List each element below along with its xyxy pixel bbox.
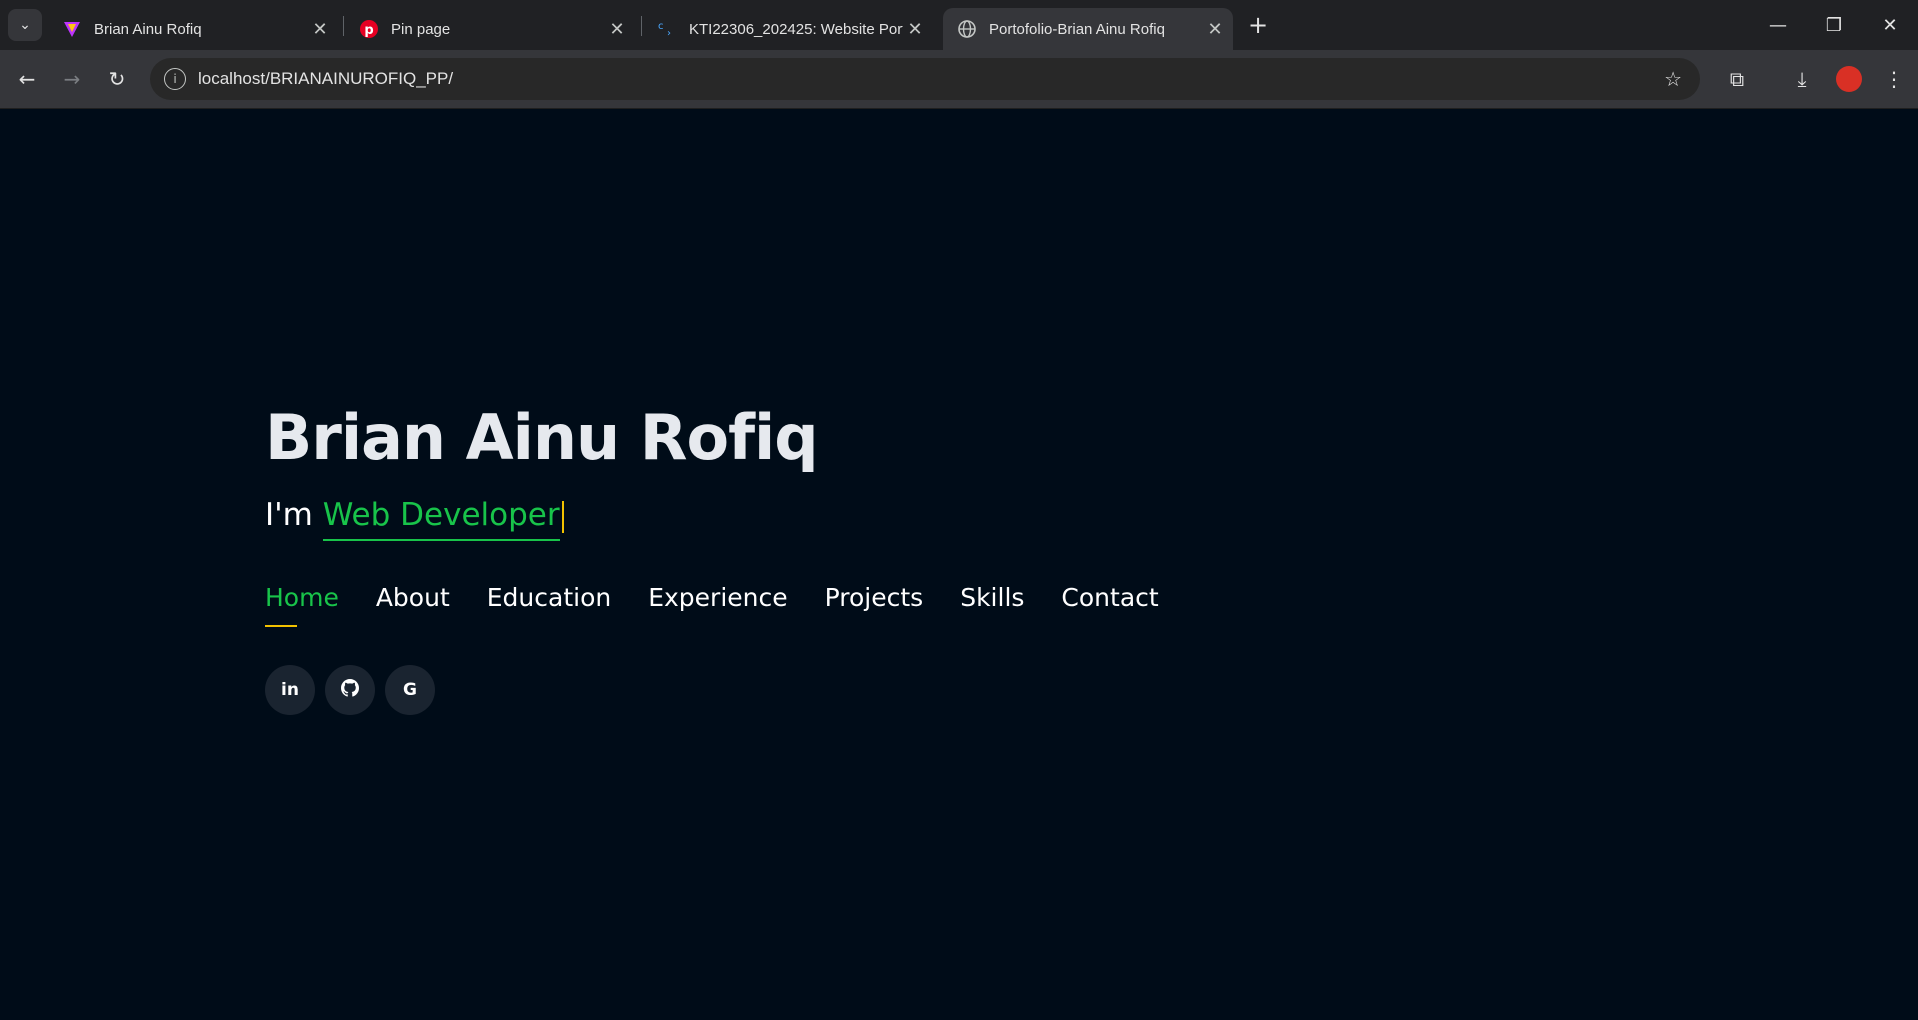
loading-icon: c › — [657, 19, 677, 39]
chevron-down-icon: ⌄ — [19, 17, 31, 33]
github-icon — [341, 678, 359, 702]
tab-kti-website[interactable]: c › KTI22306_202425: Website Port ✕ — [643, 8, 933, 50]
forward-button[interactable]: → — [55, 62, 89, 96]
restore-button[interactable]: ❐ — [1806, 0, 1862, 50]
site-info-icon[interactable]: i — [164, 68, 186, 90]
nav-home[interactable]: Home — [265, 583, 339, 627]
puzzle-icon: ⧉ — [1729, 67, 1745, 91]
hero-name: Brian Ainu Rofiq — [265, 401, 819, 474]
reload-icon: ↻ — [108, 67, 126, 91]
linkedin-button[interactable]: in — [265, 665, 315, 715]
tab-title: Portofolio-Brian Ainu Rofiq — [989, 20, 1165, 38]
nav-education[interactable]: Education — [487, 583, 611, 612]
nav-about[interactable]: About — [376, 583, 450, 612]
close-icon[interactable]: ✕ — [308, 19, 332, 40]
arrow-right-icon: → — [63, 67, 81, 91]
close-icon[interactable]: ✕ — [1203, 19, 1227, 40]
menu-button[interactable]: ⋮ — [1877, 62, 1911, 96]
hero-role: Web Developer — [322, 497, 560, 541]
reload-button[interactable]: ↻ — [100, 62, 134, 96]
linkedin-icon: in — [281, 680, 299, 700]
tab-portofolio[interactable]: Portofolio-Brian Ainu Rofiq ✕ — [943, 8, 1233, 50]
back-button[interactable]: ← — [10, 62, 44, 96]
address-bar[interactable]: i localhost/BRIANAINUROFIQ_PP/ ☆ — [150, 58, 1700, 100]
globe-icon — [957, 19, 977, 39]
close-icon[interactable]: ✕ — [605, 19, 629, 40]
url-text: localhost/BRIANAINUROFIQ_PP/ — [198, 69, 454, 88]
hero-prefix: I'm — [265, 497, 323, 533]
extensions-button[interactable]: ⧉ — [1720, 62, 1754, 96]
tab-search-button[interactable]: ⌄ — [8, 9, 42, 41]
new-tab-button[interactable]: + — [1244, 12, 1272, 40]
google-button[interactable]: G — [385, 665, 435, 715]
nav-experience[interactable]: Experience — [648, 583, 787, 612]
page-content: Brian Ainu Rofiq I'm Web Developer Home … — [0, 109, 1918, 1020]
tab-title: Pin page — [391, 20, 451, 38]
svg-text:›: › — [667, 28, 671, 39]
svg-text:c: c — [658, 21, 664, 32]
browser-toolbar: ← → ↻ i localhost/BRIANAINUROFIQ_PP/ ☆ ⧉… — [0, 50, 1918, 109]
social-links: in G — [265, 665, 435, 715]
nav-contact[interactable]: Contact — [1061, 583, 1158, 612]
svg-text:p: p — [364, 23, 373, 38]
more-vert-icon: ⋮ — [1884, 67, 1904, 91]
tab-separator — [343, 16, 344, 36]
nav-skills[interactable]: Skills — [960, 583, 1024, 612]
main-nav: Home About Education Experience Projects… — [265, 583, 1196, 627]
minimize-button[interactable]: — — [1750, 0, 1806, 50]
pinterest-icon: p — [359, 19, 379, 39]
arrow-left-icon: ← — [18, 67, 36, 91]
nav-projects[interactable]: Projects — [825, 583, 924, 612]
google-icon: G — [403, 680, 417, 700]
tab-brian-ainu-rofiq[interactable]: Brian Ainu Rofiq ✕ — [48, 8, 338, 50]
tab-pin-page[interactable]: p Pin page ✕ — [345, 8, 635, 50]
tab-title: KTI22306_202425: Website Port — [689, 20, 903, 38]
close-window-button[interactable]: ✕ — [1862, 0, 1918, 50]
download-icon: ⤓ — [1797, 67, 1807, 91]
tab-title: Brian Ainu Rofiq — [94, 20, 202, 38]
browser-tab-bar: ⌄ Brian Ainu Rofiq ✕ p Pin page ✕ c › KTI… — [0, 0, 1918, 50]
github-button[interactable] — [325, 665, 375, 715]
tab-separator — [641, 16, 642, 36]
star-icon[interactable]: ☆ — [1664, 67, 1682, 91]
profile-avatar[interactable] — [1836, 66, 1862, 92]
vite-icon — [62, 19, 82, 39]
typing-caret — [561, 500, 564, 533]
hero-typed-line: I'm Web Developer — [265, 497, 564, 541]
close-icon[interactable]: ✕ — [903, 19, 927, 40]
downloads-button[interactable]: ⤓ — [1785, 62, 1819, 96]
